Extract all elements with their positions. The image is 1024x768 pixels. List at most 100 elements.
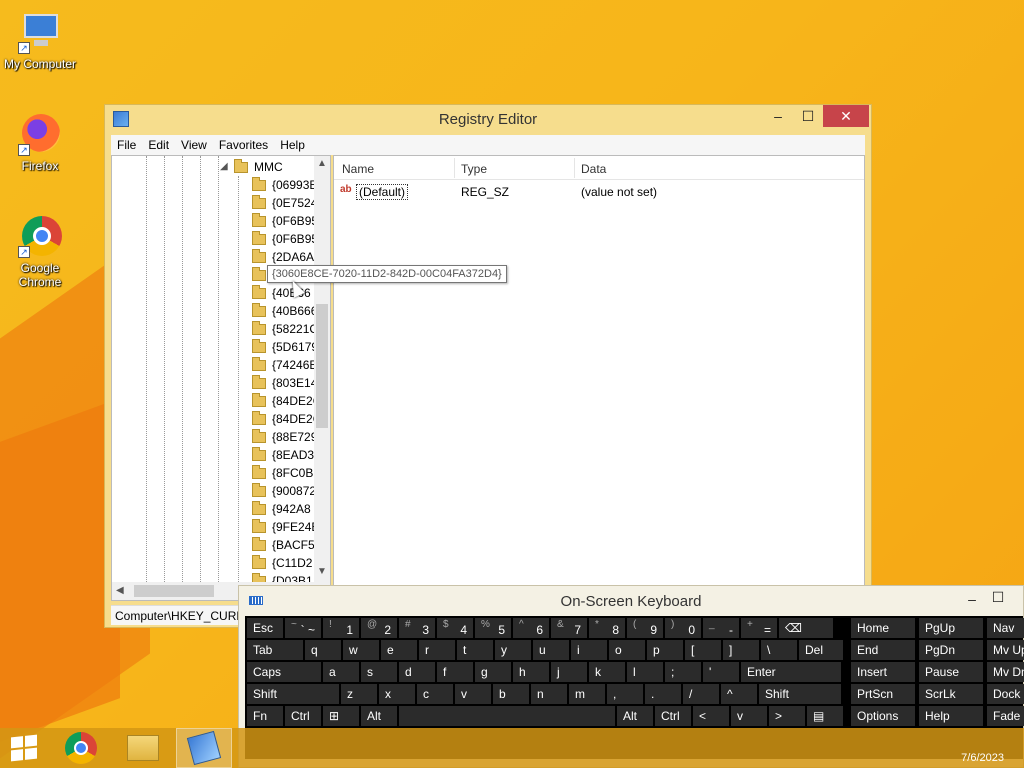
key[interactable]: Insert [851, 662, 915, 682]
key[interactable]: Home [851, 618, 915, 638]
key[interactable]: e [381, 640, 417, 660]
scroll-thumb[interactable] [134, 585, 214, 597]
menu-favorites[interactable]: Favorites [213, 138, 274, 152]
key[interactable]: ] [723, 640, 759, 660]
key[interactable]: u [533, 640, 569, 660]
key-2[interactable]: 1! [323, 618, 359, 638]
key-tree[interactable]: ◢ MMC {06993E {0E7524 {0F6B95 {0F6B95 {2DA6A… [111, 155, 331, 601]
taskbar-chrome[interactable] [54, 728, 108, 768]
key-11[interactable]: 0) [665, 618, 701, 638]
key[interactable]: n [531, 684, 567, 704]
tree-item[interactable]: {8FC0B7 [252, 464, 314, 482]
tree-vertical-scrollbar[interactable]: ▲ ▼ [314, 156, 330, 584]
tree-item[interactable]: {74246E [252, 356, 314, 374]
clock[interactable]: 7/6/2023 [961, 752, 1004, 764]
key[interactable]: v [731, 706, 767, 726]
tree-item[interactable]: {88E729 [252, 428, 314, 446]
key-14[interactable]: ⌫ [779, 618, 833, 638]
key[interactable]: s [361, 662, 397, 682]
key[interactable]: PgDn [919, 640, 983, 660]
key[interactable]: a [323, 662, 359, 682]
tree-item[interactable]: {0F6B95 [252, 212, 314, 230]
tree-item[interactable]: {942A8 [252, 500, 314, 518]
key[interactable]: Del [799, 640, 843, 660]
key-13[interactable]: = + [741, 618, 777, 638]
key[interactable]: l [627, 662, 663, 682]
key[interactable]: Nav [987, 618, 1024, 638]
key[interactable]: ^ [721, 684, 757, 704]
title-bar[interactable]: Registry Editor – ☐ ✕ [105, 105, 871, 135]
key[interactable]: h [513, 662, 549, 682]
key[interactable]: Mv Up [987, 640, 1024, 660]
key[interactable]: \ [761, 640, 797, 660]
key[interactable]: Enter [741, 662, 841, 682]
key[interactable]: / [683, 684, 719, 704]
column-name[interactable]: Name [342, 162, 374, 176]
column-data[interactable]: Data [581, 162, 606, 176]
key[interactable]: y [495, 640, 531, 660]
start-button[interactable] [0, 728, 48, 768]
scroll-down-icon[interactable]: ▼ [317, 566, 327, 577]
scroll-thumb[interactable] [316, 304, 328, 428]
tree-item[interactable]: {803E14 [252, 374, 314, 392]
close-button[interactable]: ✕ [823, 105, 869, 127]
key-8[interactable]: 7 & [551, 618, 587, 638]
key[interactable]: [ [685, 640, 721, 660]
desktop-icon-firefox[interactable]: ↗ Firefox [0, 112, 80, 173]
key-3[interactable]: 2 @ [361, 618, 397, 638]
key[interactable]: < [693, 706, 729, 726]
key[interactable]: p [647, 640, 683, 660]
key[interactable]: Help [919, 706, 983, 726]
tree-item[interactable]: {9FE24E [252, 518, 314, 536]
tree-item[interactable]: {0E7524 [252, 194, 314, 212]
menu-view[interactable]: View [175, 138, 213, 152]
column-type[interactable]: Type [461, 162, 487, 176]
key[interactable]: v [455, 684, 491, 704]
menu-edit[interactable]: Edit [142, 138, 175, 152]
key[interactable]: Shift [759, 684, 841, 704]
key[interactable]: z [341, 684, 377, 704]
key[interactable]: Ctrl [285, 706, 321, 726]
key[interactable]: b [493, 684, 529, 704]
key[interactable]: i [571, 640, 607, 660]
tree-item[interactable]: {84DE2C [252, 410, 314, 428]
menu-file[interactable]: File [111, 138, 142, 152]
tree-item[interactable]: {BACF5 [252, 536, 314, 554]
tree-item[interactable]: {2DA6A [252, 248, 314, 266]
key-10[interactable]: 9( [627, 618, 663, 638]
minimize-button[interactable]: – [763, 105, 793, 127]
key[interactable]: Tab [247, 640, 303, 660]
key-5[interactable]: 4 $ [437, 618, 473, 638]
scroll-up-icon[interactable]: ▲ [317, 158, 327, 169]
key[interactable]: ▤ [807, 706, 843, 726]
key[interactable]: Options [851, 706, 915, 726]
key[interactable]: Ctrl [655, 706, 691, 726]
key-1[interactable]: ` ~ ~ [285, 618, 321, 638]
key[interactable]: , [607, 684, 643, 704]
key[interactable]: ⊞ [323, 706, 359, 726]
spacebar[interactable] [399, 706, 615, 726]
key[interactable]: c [417, 684, 453, 704]
osk-maximize-button[interactable]: ☐ [983, 586, 1013, 608]
key[interactable]: Fn [247, 706, 283, 726]
key-4[interactable]: 3 # [399, 618, 435, 638]
maximize-button[interactable]: ☐ [793, 105, 823, 127]
desktop-icon-chrome[interactable]: ↗ Google Chrome [0, 214, 80, 289]
menu-help[interactable]: Help [274, 138, 311, 152]
key[interactable]: w [343, 640, 379, 660]
key[interactable]: d [399, 662, 435, 682]
taskbar-registry-editor[interactable] [176, 728, 232, 768]
taskbar-file-explorer[interactable] [116, 728, 170, 768]
key[interactable]: Alt [617, 706, 653, 726]
tree-item[interactable]: {84DE2C [252, 392, 314, 410]
key[interactable]: q [305, 640, 341, 660]
key[interactable]: ' [703, 662, 739, 682]
expanded-arrow-icon[interactable]: ◢ [220, 161, 228, 172]
tree-item[interactable]: {40B666 [252, 302, 314, 320]
tree-item[interactable]: {900872 [252, 482, 314, 500]
key[interactable]: t [457, 640, 493, 660]
key-7[interactable]: 6 ^ [513, 618, 549, 638]
values-list[interactable]: Name Type Data ab (Default) REG_SZ (valu… [333, 155, 865, 601]
key[interactable]: Dock [987, 684, 1024, 704]
key[interactable]: f [437, 662, 473, 682]
